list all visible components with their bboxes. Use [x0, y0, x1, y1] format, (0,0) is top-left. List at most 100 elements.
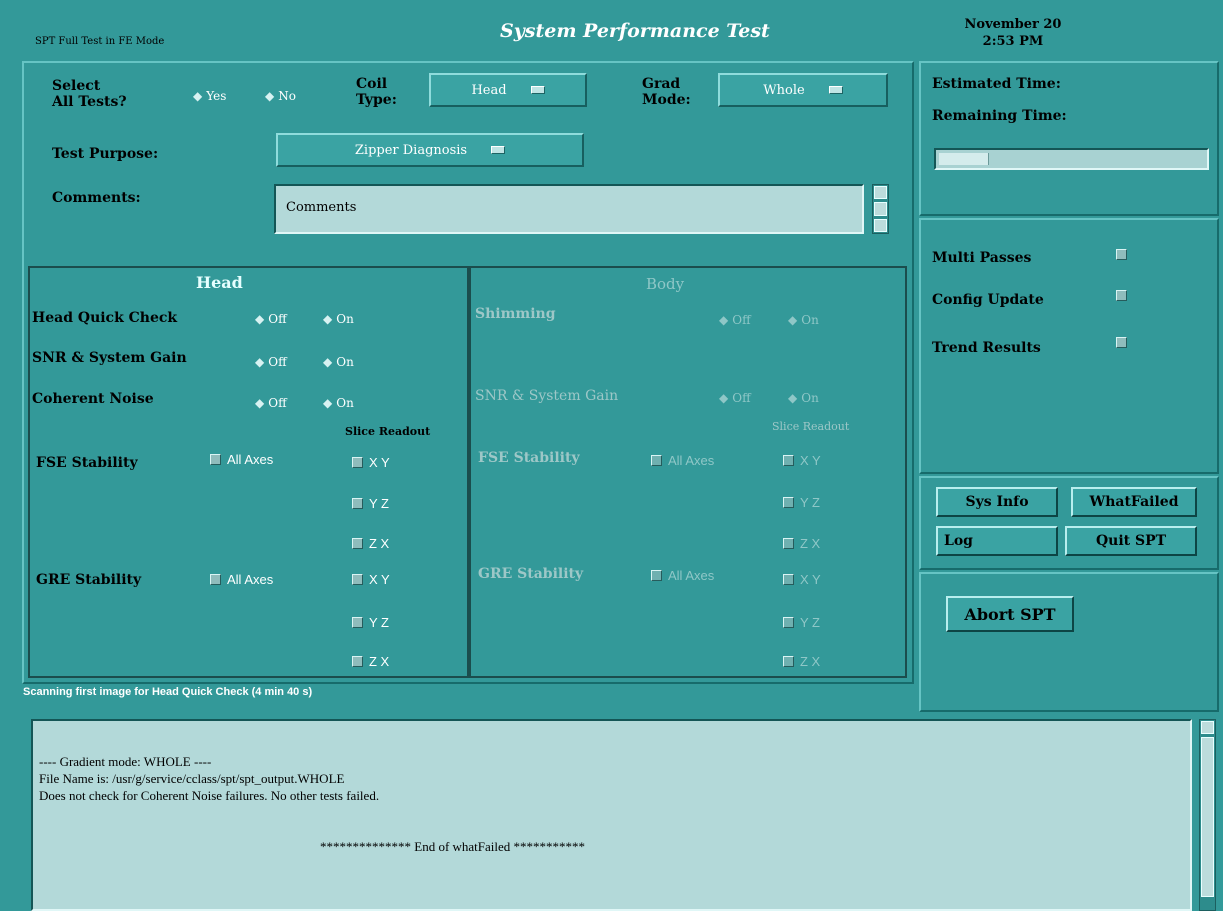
- select-all-yes-radio[interactable]: ◆ Yes: [193, 89, 226, 103]
- quit-spt-button[interactable]: Quit SPT: [1065, 526, 1197, 556]
- log-line: ---- Gradient mode: WHOLE ----: [39, 754, 212, 769]
- progress-fill: [939, 153, 989, 165]
- time-text: 2:53 PM: [982, 34, 1044, 49]
- estimated-time-label: Estimated Time:: [932, 76, 1061, 92]
- zx-label: Z X: [800, 654, 821, 669]
- head-fse-yz-checkbox[interactable]: Y Z: [352, 496, 389, 511]
- checkbox-icon: [352, 656, 363, 667]
- checkbox-icon: [1116, 337, 1127, 348]
- head-gre-yz-checkbox[interactable]: Y Z: [352, 615, 389, 630]
- status-message: Scanning first image for Head Quick Chec…: [23, 686, 313, 698]
- grad-mode-value: Whole: [763, 82, 805, 98]
- all-axes-label: All Axes: [668, 568, 715, 583]
- scroll-down-icon[interactable]: [874, 219, 887, 232]
- body-gre-yz-checkbox[interactable]: Y Z: [783, 615, 820, 630]
- all-axes-label: All Axes: [227, 572, 274, 587]
- radio-diamond-icon: ◆: [788, 313, 798, 327]
- scroll-up-icon[interactable]: [1201, 721, 1214, 734]
- off-label: Off: [732, 391, 751, 405]
- abort-spt-button[interactable]: Abort SPT: [946, 596, 1074, 632]
- scroll-up-icon[interactable]: [874, 186, 887, 199]
- off-label: Off: [732, 313, 751, 327]
- body-snr-off-radio[interactable]: ◆ Off: [719, 391, 751, 405]
- checkbox-icon: [783, 656, 794, 667]
- trend-results-checkbox[interactable]: [1116, 337, 1133, 348]
- head-snr-label: SNR & System Gain: [32, 350, 187, 366]
- body-gre-xy-checkbox[interactable]: X Y: [783, 572, 821, 587]
- checkbox-icon: [783, 455, 794, 466]
- date-text: November 20: [964, 17, 1062, 32]
- grad-mode-menu[interactable]: Whole: [718, 73, 888, 107]
- head-gre-all-axes-checkbox[interactable]: All Axes: [210, 572, 273, 587]
- checkbox-icon: [210, 574, 221, 585]
- log-button[interactable]: Log: [936, 526, 1058, 556]
- config-update-checkbox[interactable]: [1116, 290, 1133, 301]
- off-label: Off: [268, 396, 287, 410]
- multi-passes-label: Multi Passes: [932, 250, 1032, 266]
- xy-label: X Y: [369, 572, 390, 587]
- head-gre-label: GRE Stability: [36, 572, 142, 588]
- radio-diamond-icon: ◆: [255, 312, 265, 326]
- radio-diamond-icon: ◆: [265, 89, 275, 103]
- what-failed-button[interactable]: WhatFailed: [1071, 487, 1197, 517]
- test-purpose-value: Zipper Diagnosis: [354, 142, 468, 158]
- body-fse-yz-checkbox[interactable]: Y Z: [783, 495, 820, 510]
- head-gre-xy-checkbox[interactable]: X Y: [352, 572, 390, 587]
- body-gre-zx-checkbox[interactable]: Z X: [783, 654, 820, 669]
- comments-label: Comments:: [52, 190, 141, 206]
- checkbox-icon: [352, 538, 363, 549]
- body-fse-zx-checkbox[interactable]: Z X: [783, 536, 820, 551]
- select-all-label-2: All Tests?: [52, 94, 127, 110]
- radio-diamond-icon: ◆: [719, 313, 729, 327]
- abort-panel: [919, 572, 1219, 712]
- head-slice-readout-label: Slice Readout: [345, 425, 431, 438]
- comments-scrollbar[interactable]: [872, 184, 889, 234]
- head-fse-xy-checkbox[interactable]: X Y: [352, 455, 390, 470]
- select-all-no-radio[interactable]: ◆ No: [265, 89, 296, 103]
- config-update-label: Config Update: [932, 292, 1044, 308]
- zx-label: Z X: [369, 654, 390, 669]
- scroll-thumb[interactable]: [1201, 737, 1214, 897]
- head-gre-zx-checkbox[interactable]: Z X: [352, 654, 389, 669]
- coil-type-menu[interactable]: Head: [429, 73, 587, 107]
- body-shimming-off-radio[interactable]: ◆ Off: [719, 313, 751, 327]
- body-fse-xy-checkbox[interactable]: X Y: [783, 453, 821, 468]
- radio-diamond-icon: ◆: [255, 355, 265, 369]
- test-purpose-menu[interactable]: Zipper Diagnosis: [276, 133, 584, 167]
- coil-type-label-1: Coil: [356, 76, 388, 92]
- body-gre-all-axes-checkbox[interactable]: All Axes: [651, 568, 714, 583]
- head-quick-check-on-radio[interactable]: ◆ On: [323, 312, 354, 326]
- scroll-thumb[interactable]: [874, 202, 887, 216]
- body-snr-on-radio[interactable]: ◆ On: [788, 391, 819, 405]
- radio-diamond-icon: ◆: [255, 396, 265, 410]
- head-fse-all-axes-checkbox[interactable]: All Axes: [210, 452, 273, 467]
- head-fse-label: FSE Stability: [36, 455, 138, 471]
- head-coherent-on-radio[interactable]: ◆ On: [323, 396, 354, 410]
- checkbox-icon: [1116, 249, 1127, 260]
- head-quick-check-label: Head Quick Check: [32, 310, 178, 326]
- body-shimming-label: Shimming: [475, 306, 556, 322]
- head-fse-zx-checkbox[interactable]: Z X: [352, 536, 389, 551]
- body-shimming-on-radio[interactable]: ◆ On: [788, 313, 819, 327]
- multi-passes-checkbox[interactable]: [1116, 249, 1133, 260]
- sys-info-button[interactable]: Sys Info: [936, 487, 1058, 517]
- yz-label: Y Z: [800, 615, 820, 630]
- body-fse-all-axes-checkbox[interactable]: All Axes: [651, 453, 714, 468]
- yz-label: Y Z: [369, 496, 389, 511]
- output-log-scrollbar[interactable]: [1199, 719, 1216, 911]
- body-group: [469, 266, 907, 678]
- option-menu-indicator-icon: [530, 86, 545, 94]
- head-snr-on-radio[interactable]: ◆ On: [323, 355, 354, 369]
- coil-type-label-2: Type:: [356, 92, 397, 108]
- all-axes-label: All Axes: [227, 452, 274, 467]
- checkbox-icon: [352, 457, 363, 468]
- option-menu-indicator-icon: [491, 146, 506, 154]
- head-coherent-off-radio[interactable]: ◆ Off: [255, 396, 287, 410]
- checkbox-icon: [783, 617, 794, 628]
- xy-label: X Y: [800, 572, 821, 587]
- head-quick-check-off-radio[interactable]: ◆ Off: [255, 312, 287, 326]
- output-log[interactable]: ---- Gradient mode: WHOLE ---- File Name…: [31, 719, 1192, 911]
- head-snr-off-radio[interactable]: ◆ Off: [255, 355, 287, 369]
- yz-label: Y Z: [800, 495, 820, 510]
- comments-input[interactable]: Comments: [274, 184, 864, 234]
